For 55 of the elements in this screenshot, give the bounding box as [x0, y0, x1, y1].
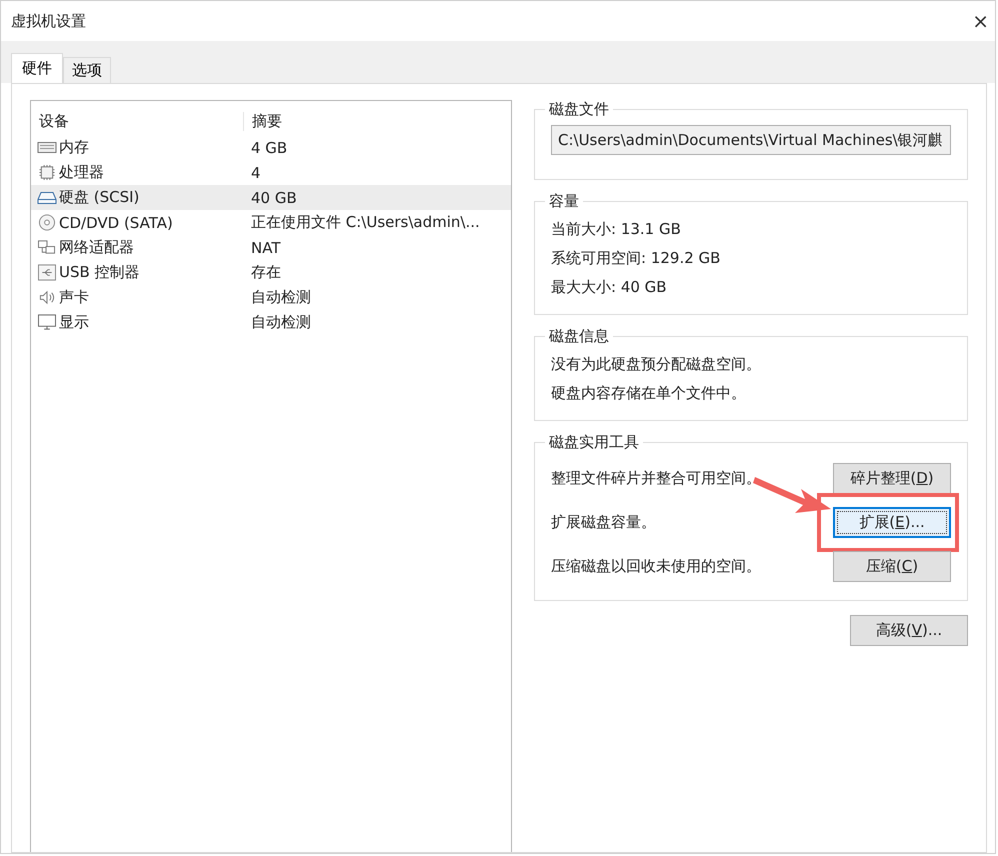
device-row[interactable]: CD/DVD (SATA) 正在使用文件 C:\Users\admin\...: [31, 210, 511, 235]
capacity-text: 系统可用空间: 129.2 GB: [551, 248, 722, 269]
group-title: 磁盘信息: [548, 327, 610, 346]
utility-button[interactable]: 碎片整理(D): [833, 462, 951, 494]
group-title: 磁盘实用工具: [548, 433, 640, 452]
device-row[interactable]: 处理器 4: [31, 160, 511, 185]
utility-description: 整理文件碎片并整合可用空间。: [551, 468, 761, 488]
info-text: 没有为此硬盘预分配磁盘空间。: [551, 354, 762, 375]
utility-description: 压缩磁盘以回收未使用的空间。: [551, 556, 761, 576]
info-text: 硬盘内容存储在单个文件中。: [551, 383, 747, 404]
usb-icon: [37, 264, 57, 281]
device-row[interactable]: 声卡 自动检测: [31, 285, 511, 310]
device-summary: 自动检测: [250, 288, 311, 307]
tab[interactable]: 选项: [63, 57, 111, 83]
tab[interactable]: 硬件: [11, 53, 63, 83]
device-name: 处理器: [59, 163, 104, 182]
device-summary: 存在: [250, 263, 281, 282]
group-title: 容量: [548, 192, 580, 211]
utility-button[interactable]: 扩展(E)...: [833, 506, 951, 538]
memory-icon: [37, 139, 57, 156]
capacity-text: 当前大小: 13.1 GB: [551, 219, 682, 240]
column-header[interactable]: 设备: [31, 112, 244, 130]
device-name: 显示: [59, 313, 89, 332]
device-summary: 正在使用文件 C:\Users\admin\...: [250, 213, 480, 232]
device-name: 网络适配器: [59, 238, 134, 257]
device-name: 内存: [59, 138, 89, 157]
device-summary: 4 GB: [250, 138, 288, 156]
device-row[interactable]: 硬盘 (SCSI) 40 GB: [31, 185, 511, 210]
device-summary: 4: [250, 164, 261, 182]
group-title: 磁盘文件: [548, 100, 610, 119]
device-summary: NAT: [250, 238, 280, 256]
network-icon: [37, 239, 57, 256]
device-name: 硬盘 (SCSI): [59, 188, 140, 207]
utility-description: 扩展磁盘容量。: [551, 512, 656, 532]
device-summary: 自动检测: [250, 313, 311, 332]
chip-icon: [37, 164, 57, 181]
device-row[interactable]: USB 控制器 存在: [31, 260, 511, 285]
monitor-icon: [37, 314, 57, 331]
capacity-text: 最大大小: 40 GB: [551, 277, 668, 298]
device-summary: 40 GB: [250, 188, 297, 206]
device-name: 声卡: [59, 288, 89, 307]
device-row[interactable]: 显示 自动检测: [31, 310, 511, 335]
device-name: CD/DVD (SATA): [59, 214, 173, 232]
disc-icon: [37, 214, 57, 231]
device-row[interactable]: 网络适配器 NAT: [31, 235, 511, 260]
device-row[interactable]: 内存 4 GB: [31, 135, 511, 160]
close-button[interactable]: ×: [966, 9, 995, 33]
file-path-field[interactable]: C:\Users\admin\Documents\Virtual Machines\银河麒: [551, 125, 951, 155]
column-header[interactable]: 摘要: [244, 112, 282, 130]
speaker-icon: [37, 289, 57, 306]
device-name: USB 控制器: [59, 263, 140, 282]
utility-button[interactable]: 压缩(C): [833, 550, 951, 582]
window-title: 虚拟机设置: [11, 12, 86, 30]
disk-drive-icon: [37, 189, 57, 206]
advanced-button[interactable]: 高级(V)...: [850, 615, 968, 646]
